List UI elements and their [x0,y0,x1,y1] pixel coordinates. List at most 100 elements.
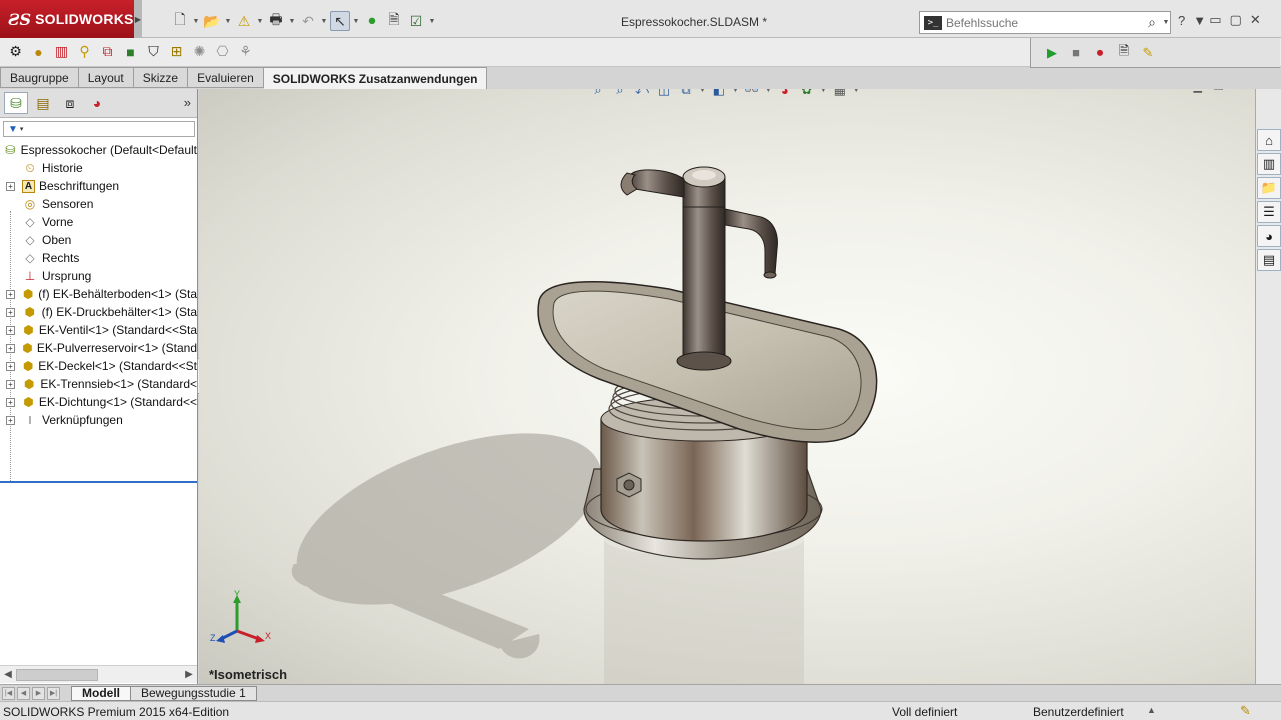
traffic-light-icon[interactable]: ⚫ [362,11,382,31]
expand-icon[interactable]: + [6,289,15,299]
tree-item-historie[interactable]: ⏲ Historie [0,159,197,177]
view-orientation-dropdown-icon[interactable]: ▼ [699,89,706,94]
view-palette-icon[interactable]: ☰ [1257,201,1281,223]
tree-item-verknuepfungen[interactable]: + ⧘ Verknüpfungen [0,411,197,429]
appearances-scenes-icon[interactable]: ◕ [1257,225,1281,247]
mate-icon[interactable]: ● [29,42,48,61]
open-folder-icon[interactable]: 📂 [202,11,222,31]
espresso-maker-model[interactable] [199,89,1255,684]
scroll-thumb[interactable] [16,668,98,681]
apply-scene-icon[interactable]: ✿ [798,89,816,99]
search-icon[interactable]: ⌕ [1142,14,1162,31]
maximize-icon[interactable]: ▢ [1230,12,1242,28]
display-manager-tab-icon[interactable]: ◕ [85,92,109,114]
open-dropdown-icon[interactable]: ▼ [224,18,232,25]
tree-item-component[interactable]: + ⬢ (f) EK-Behälterboden<1> (Sta [0,285,197,303]
help-dropdown-icon[interactable]: ▼ [1193,13,1206,28]
expand-icon[interactable]: + [6,361,15,371]
tree-item-oben[interactable]: ◇ Oben [0,231,197,249]
view-settings-icon[interactable]: ▦ [831,89,849,99]
edit-appearance-icon[interactable]: ◕ [776,89,794,99]
expand-icon[interactable]: + [6,397,15,407]
tree-filter-input[interactable]: ▼ ▾ [3,121,195,137]
tree-item-beschriftungen[interactable]: + A Beschriftungen [0,177,197,195]
rebuild-dropdown-icon[interactable]: ▼ [256,18,264,25]
viewport-restore-icon[interactable]: ❐ [1214,89,1224,93]
command-search-input[interactable] [946,15,1142,30]
tree-item-vorne[interactable]: ◇ Vorne [0,213,197,231]
options-icon[interactable]: ☑ [406,11,426,31]
tree-horizontal-scrollbar[interactable]: ◀ ▶ [0,665,197,683]
expand-icon[interactable]: + [6,379,15,389]
design-library-icon[interactable]: ▥ [1257,153,1281,175]
print-icon[interactable]: 🖶 [266,11,286,31]
tab-evaluieren[interactable]: Evaluieren [188,67,264,88]
new-macro-icon[interactable]: 🗎 [1115,43,1133,62]
options-dropdown-icon[interactable]: ▼ [428,18,436,25]
solidworks-resources-icon[interactable]: ⌂ [1257,129,1281,151]
linear-pattern-icon[interactable]: ▥ [52,42,71,61]
command-search-box[interactable]: >_ ⌕ ▼ [919,11,1171,34]
close-icon[interactable]: ✕ [1250,12,1261,28]
edit-macro-icon[interactable]: ✎ [1139,44,1157,62]
select-arrow-icon[interactable]: ↖ [330,11,350,31]
zoom-to-area-icon[interactable]: ⌕ [611,89,629,99]
expand-icon[interactable]: + [6,181,15,191]
file-properties-icon[interactable]: 🗎 [384,11,404,31]
display-style-dropdown-icon[interactable]: ▼ [732,89,739,94]
new-dropdown-icon[interactable]: ▼ [192,18,200,25]
graphics-area[interactable]: ⌕ ⌕ ⤺ ◫ ⧉ ▼ ◧ ▼ 👓 ▼ ◕ ✿ ▼ ▦ ▼ ⧠ ⧠ ▁ ❐ ✕ Y X Z… [199,89,1255,684]
hide-show-dropdown-icon[interactable]: ▼ [765,89,772,94]
tree-item-component[interactable]: + ⬢ EK-Pulverreservoir<1> (Stand [0,339,197,357]
file-explorer-icon[interactable]: 📁 [1257,177,1281,199]
help-icon[interactable]: ? [1178,13,1185,28]
tree-item-component[interactable]: + ⬢ (f) EK-Druckbehälter<1> (Sta [0,303,197,321]
undo-dropdown-icon[interactable]: ▼ [320,18,328,25]
tab-bewegungsstudie[interactable]: Bewegungsstudie 1 [130,685,257,701]
section-view-icon[interactable]: ◫ [655,89,673,99]
tab-zusatzanwendungen[interactable]: SOLIDWORKS Zusatzanwendungen [263,67,488,90]
tree-item-component[interactable]: + ⬢ EK-Dichtung<1> (Standard<< [0,393,197,411]
property-manager-tab-icon[interactable]: ▤ [31,92,55,114]
show-hidden-icon[interactable]: ■ [121,42,140,61]
feature-tree-tab-icon[interactable]: ⛁ [4,92,28,114]
panel-expand-icon[interactable]: » [184,95,191,110]
viewport-link-icon[interactable]: ⧠ [1173,89,1182,93]
tab-last-icon[interactable]: ▶| [47,686,60,700]
tab-prev-icon[interactable]: ◀ [17,686,30,700]
hide-show-items-icon[interactable]: 👓 [743,89,761,99]
tree-item-rechts[interactable]: ◇ Rechts [0,249,197,267]
viewport-minimize-icon[interactable]: ▁ [1193,89,1201,93]
tab-next-icon[interactable]: ▶ [32,686,45,700]
smart-fasteners-icon[interactable]: ⚲ [75,42,94,61]
tree-item-sensoren[interactable]: ◎ Sensoren [0,195,197,213]
tree-root[interactable]: ⛁ Espressokocher (Default<Default [0,141,197,159]
previous-view-icon[interactable]: ⤺ [633,89,651,99]
viewport-split-icon[interactable]: ⧠ [1152,89,1161,93]
unit-system-dropdown-icon[interactable]: ▲ [1147,705,1156,715]
assembly-features-icon[interactable]: ⛉ [144,42,163,61]
tree-item-component[interactable]: + ⬢ EK-Ventil<1> (Standard<<Sta [0,321,197,339]
tree-item-ursprung[interactable]: ⊥ Ursprung [0,267,197,285]
tab-layout[interactable]: Layout [78,67,134,88]
minimize-icon[interactable]: ▭ [1209,12,1221,28]
run-macro-icon[interactable]: ▶ [1043,44,1061,62]
edit-sketch-icon[interactable]: ✎ [1240,703,1251,719]
record-macro-icon[interactable]: ⏺ [1091,44,1109,62]
tree-item-component[interactable]: + ⬢ EK-Trennsieb<1> (Standard< [0,375,197,393]
dynamic-annotation-icon[interactable]: ⧉ [677,89,695,99]
stop-macro-icon[interactable]: ■ [1067,44,1085,62]
display-style-icon[interactable]: ◧ [710,89,728,99]
new-document-icon[interactable]: 🗋 [170,11,190,31]
tree-item-component[interactable]: + ⬢ EK-Deckel<1> (Standard<<St [0,357,197,375]
menu-expand-icon[interactable]: ▶ [134,0,142,38]
bill-of-materials-icon[interactable]: ⎔ [213,42,232,61]
view-settings-dropdown-icon[interactable]: ▼ [853,89,860,94]
reference-geometry-icon[interactable]: ⊞ [167,42,186,61]
insert-component-icon[interactable]: ⚙ [6,42,25,61]
rollback-bar[interactable] [0,481,197,483]
rebuild-warning-icon[interactable]: ⚠ [234,11,254,31]
tab-modell[interactable]: Modell [71,685,131,701]
tab-skizze[interactable]: Skizze [133,67,189,88]
scene-dropdown-icon[interactable]: ▼ [820,89,827,94]
